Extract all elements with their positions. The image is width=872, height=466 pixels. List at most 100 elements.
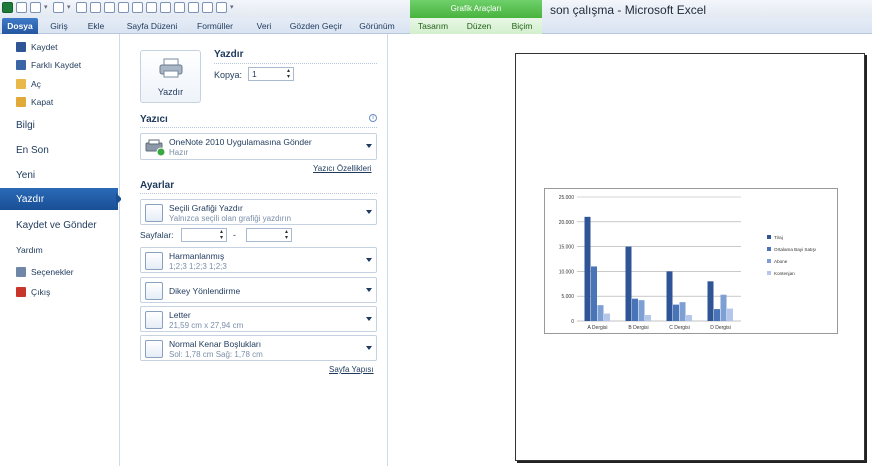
print-button-label: Yazdır xyxy=(157,87,184,97)
tab-format[interactable]: Biçim xyxy=(502,18,542,34)
orientation-select[interactable]: Dikey Yönlendirme xyxy=(140,277,377,303)
settings-section-rule xyxy=(140,193,377,194)
print-what-dropdown-icon xyxy=(366,210,372,214)
print-what-title: Seçili Grafiği Yazdır xyxy=(169,203,243,213)
pages-from-input[interactable]: ▴ ▾ xyxy=(181,228,227,242)
printer-section-title: Yazıcı xyxy=(140,114,168,125)
chart-preview: 0 5.000 10.000 15.000 20.000 25.000 A Dergisi B… xyxy=(544,188,838,334)
tab-review[interactable]: Gözden Geçir xyxy=(284,18,348,34)
margins-desc: Sol: 1,78 cm Sağ: 1,78 cm xyxy=(169,350,263,359)
chart-bar xyxy=(604,313,610,321)
undo-icon[interactable] xyxy=(30,2,41,13)
tab-page-layout[interactable]: Sayfa Düzeni xyxy=(122,18,182,34)
tab-layout[interactable]: Düzen xyxy=(456,18,502,34)
copies-input[interactable]: 1 ▴ ▾ xyxy=(248,67,294,81)
undo-dropdown-icon[interactable]: ▾ xyxy=(44,4,50,11)
legend-swatch xyxy=(767,247,771,251)
nav-open[interactable]: Aç xyxy=(0,77,120,91)
chart-bar xyxy=(673,304,679,321)
copies-spinner-icon[interactable]: ▴ ▾ xyxy=(285,68,292,80)
tab-view[interactable]: Görünüm xyxy=(352,18,402,34)
orientation-dropdown-icon xyxy=(366,288,372,292)
chart-bar xyxy=(714,309,720,321)
paper-size-title: Letter xyxy=(169,310,191,320)
ribbon-tabs: Dosya Giriş Ekle Sayfa Düzeni Formüller … xyxy=(0,18,872,34)
nav-save-as[interactable]: Farklı Kaydet xyxy=(0,58,120,72)
nav-recent[interactable]: En Son xyxy=(0,142,120,158)
nav-info-label: Bilgi xyxy=(16,119,35,131)
portrait-icon xyxy=(145,282,163,300)
tab-insert[interactable]: Ekle xyxy=(82,18,110,34)
y-tick-label: 20.000 xyxy=(559,220,575,226)
pages-from-spinner-icon[interactable]: ▴ ▾ xyxy=(218,229,225,241)
y-tick-label: 0 xyxy=(571,319,574,325)
save-as-icon xyxy=(16,60,26,70)
save-icon xyxy=(16,42,26,52)
camera-icon[interactable] xyxy=(216,2,227,13)
nav-print[interactable]: Yazdır xyxy=(0,188,122,210)
printer-properties-link[interactable]: Yazıcı Özellikleri xyxy=(313,164,372,173)
chart-bar xyxy=(679,302,686,321)
sort-descending-icon[interactable] xyxy=(160,2,171,13)
print-what-desc: Yalnızca seçili olan grafiği yazdırın xyxy=(169,214,292,223)
nav-close[interactable]: Kapat xyxy=(0,95,120,109)
settings-section-title: Ayarlar xyxy=(140,180,175,191)
nav-save[interactable]: Kaydet xyxy=(0,40,120,54)
legend-entry: Kontenjan xyxy=(774,271,795,276)
printer-name: OneNote 2010 Uygulamasına Gönder xyxy=(169,137,312,147)
nav-new[interactable]: Yeni xyxy=(0,167,120,183)
margins-dropdown-icon xyxy=(366,346,372,350)
legend-entry: Abone xyxy=(774,259,788,264)
printer-select[interactable]: OneNote 2010 Uygulamasına Gönder Hazır xyxy=(140,133,377,160)
nav-print-label: Yazdır xyxy=(16,193,45,205)
print-button[interactable]: Yazdır xyxy=(140,50,201,103)
print-what-select[interactable]: Seçili Grafiği Yazdır Yalnızca seçili ol… xyxy=(140,199,377,225)
redo-icon[interactable] xyxy=(53,2,64,13)
nav-recent-label: En Son xyxy=(16,144,49,156)
nav-exit[interactable]: Çıkış xyxy=(0,285,120,299)
quick-access-toolbar: ▾ ▾ ▾ xyxy=(2,2,236,13)
chart-tools-context-group: Grafik Araçları xyxy=(410,0,542,18)
y-tick-label: 25.000 xyxy=(559,195,575,201)
form-icon[interactable] xyxy=(202,2,213,13)
y-tick-label: 15.000 xyxy=(559,245,575,251)
open-file-icon[interactable] xyxy=(90,2,101,13)
copies-label: Kopya: xyxy=(214,70,243,80)
nav-info[interactable]: Bilgi xyxy=(0,117,120,133)
customize-qat-icon[interactable]: ▾ xyxy=(230,4,236,11)
orientation-title: Dikey Yönlendirme xyxy=(169,286,241,296)
nav-save-send[interactable]: Kaydet ve Gönder xyxy=(0,217,120,233)
info-icon[interactable]: i xyxy=(369,114,377,122)
nav-help[interactable]: Yardım xyxy=(0,243,120,257)
redo-dropdown-icon[interactable]: ▾ xyxy=(67,4,73,11)
pages-to-input[interactable]: ▴ ▾ xyxy=(246,228,292,242)
spelling-icon[interactable] xyxy=(132,2,143,13)
chart-bar xyxy=(632,298,638,321)
quick-print-icon[interactable] xyxy=(118,2,129,13)
nav-options[interactable]: Seçenekler xyxy=(0,265,120,279)
pages-dash: - xyxy=(233,230,236,240)
tab-design[interactable]: Tasarım xyxy=(410,18,456,34)
x-tick-label: C Dergisi xyxy=(669,325,690,331)
sort-ascending-icon[interactable] xyxy=(146,2,157,13)
window-title: son çalışma - Microsoft Excel xyxy=(550,3,707,17)
nav-close-label: Kapat xyxy=(31,97,54,107)
pages-to-spinner-icon[interactable]: ▴ ▾ xyxy=(283,229,290,241)
collation-select[interactable]: Harmanlanmış 1;2;3 1;2;3 1;2;3 xyxy=(140,247,377,273)
chart-icon[interactable] xyxy=(188,2,199,13)
tab-data[interactable]: Veri xyxy=(250,18,278,34)
page-setup-link[interactable]: Sayfa Yapısı xyxy=(329,365,374,374)
tab-formulas[interactable]: Formüller xyxy=(190,18,240,34)
paper-size-select[interactable]: Letter 21,59 cm x 27,94 cm xyxy=(140,306,377,332)
printer-status: Hazır xyxy=(169,148,189,157)
new-file-icon[interactable] xyxy=(76,2,87,13)
tab-file[interactable]: Dosya xyxy=(2,18,38,34)
margins-select[interactable]: Normal Kenar Boşlukları Sol: 1,78 cm Sağ… xyxy=(140,335,377,361)
print-selected-chart-icon xyxy=(145,204,163,222)
tab-home[interactable]: Giriş xyxy=(44,18,74,34)
legend-entry: Ortalama Bayi Satışı xyxy=(774,247,816,252)
print-preview-icon[interactable] xyxy=(104,2,115,13)
print-area-icon[interactable] xyxy=(174,2,185,13)
save-icon[interactable] xyxy=(16,2,27,13)
chart-bar xyxy=(625,246,632,321)
